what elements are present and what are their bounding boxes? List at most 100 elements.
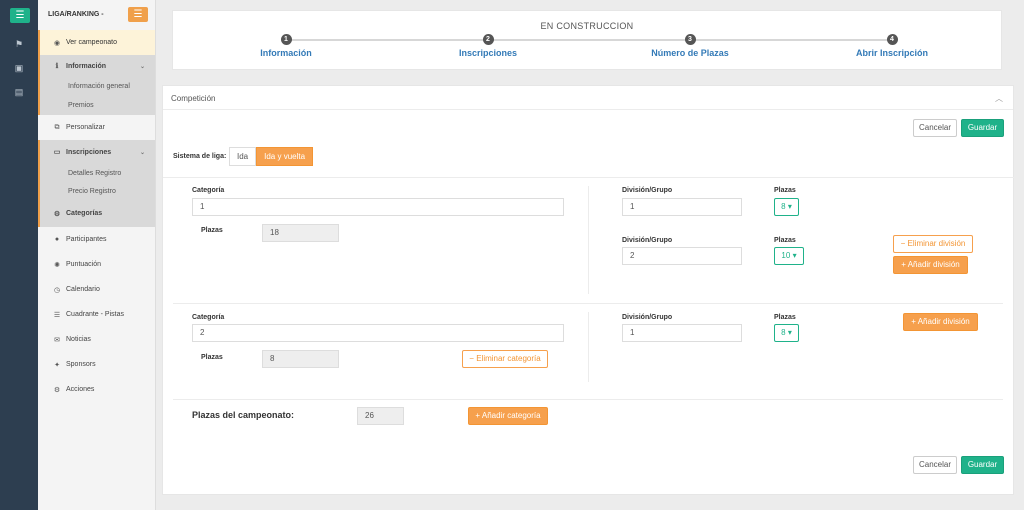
comment-icon: ✉: [54, 336, 60, 344]
stepper: EN CONSTRUCCION 1 Información 2 Inscripc…: [172, 10, 1002, 70]
button-label: Añadir división: [907, 260, 960, 269]
sidebar-item-participantes[interactable]: ● Participantes: [38, 227, 155, 252]
divider-vertical: [588, 312, 589, 382]
id-card-icon[interactable]: ▤: [13, 86, 25, 98]
total-seats-label: Plazas del campeonato:: [192, 410, 295, 420]
division-input[interactable]: 2: [622, 247, 742, 265]
add-category-button[interactable]: + Añadir categoría: [468, 407, 548, 425]
sidebar-item-acciones[interactable]: ⚙ Acciones: [38, 377, 155, 402]
league-option-ida-y-vuelta[interactable]: Ida y vuelta: [256, 147, 314, 166]
sidebar-group-informacion: ℹ Información ⌄ Información general Prem…: [38, 55, 155, 115]
add-division-button[interactable]: + Añadir división: [903, 313, 978, 331]
sidebar-subitem-premios[interactable]: Premios: [40, 95, 155, 115]
plus-icon: +: [475, 411, 481, 420]
sidebar-item-cuadrante-pistas[interactable]: ☰ Cuadrante - Pistas: [38, 302, 155, 327]
step-numero-plazas[interactable]: 3 Número de Plazas: [625, 34, 755, 58]
gear-icon: ⚙: [53, 210, 61, 218]
panel-title: Competición: [171, 94, 216, 103]
chevron-up-icon[interactable]: ︿: [995, 93, 1003, 104]
caret-down-icon: ▾: [787, 328, 792, 337]
main-content: EN CONSTRUCCION 1 Información 2 Inscripc…: [156, 0, 1024, 510]
category-input[interactable]: 2: [192, 324, 564, 342]
save-button[interactable]: Guardar: [961, 456, 1004, 474]
sidebar-item-label: Cuadrante - Pistas: [66, 311, 124, 318]
sidebar-item-label: Acciones: [66, 386, 95, 393]
save-button[interactable]: Guardar: [961, 119, 1004, 137]
list-icon: ☰: [53, 311, 61, 319]
sitemap-icon: ⧉: [54, 123, 60, 131]
sidebar-item-label: Categorías: [66, 210, 103, 217]
category-seats-label: Plazas: [201, 354, 223, 361]
sidebar-title: LIGA/RANKING -: [48, 11, 104, 18]
step-informacion[interactable]: 1 Información: [221, 34, 351, 58]
division-seats-dropdown[interactable]: 10 ▾: [774, 247, 804, 265]
category-label: Categoría: [192, 187, 225, 194]
briefcase-icon[interactable]: ▣: [13, 62, 25, 74]
step-label: Abrir Inscripción: [855, 48, 928, 58]
minus-icon: −: [469, 354, 474, 363]
step-number: 4: [886, 34, 898, 45]
sidebar-item-sponsors[interactable]: ✦ Sponsors: [38, 352, 155, 377]
sidebar-item-calendario[interactable]: ◷ Calendario: [38, 277, 155, 302]
sidebar-item-noticias[interactable]: ✉ Noticias: [38, 327, 155, 352]
button-label: Eliminar división: [907, 239, 966, 248]
cancel-button[interactable]: Cancelar: [913, 119, 957, 137]
eye-icon: ◉: [53, 39, 61, 47]
divider-vertical: [588, 186, 589, 294]
sidebar-item-label: Personalizar: [66, 124, 105, 131]
sidebar-item-label: Ver campeonato: [66, 39, 117, 46]
cancel-button[interactable]: Cancelar: [913, 456, 957, 474]
panel-header[interactable]: Competición ︿: [163, 86, 1013, 110]
league-option-ida[interactable]: Ida: [229, 147, 257, 166]
division-seats-label: Plazas: [774, 314, 796, 321]
add-division-button[interactable]: + Añadir división: [893, 256, 968, 274]
info-icon: ℹ: [55, 63, 59, 70]
division-input[interactable]: 1: [622, 198, 742, 216]
sidebar-item-puntuacion[interactable]: ✺ Puntuación: [38, 252, 155, 277]
step-number: 3: [684, 34, 696, 45]
step-label: Información: [260, 48, 312, 58]
division-seats-dropdown[interactable]: 8 ▾: [774, 198, 799, 216]
remove-category-button[interactable]: − Eliminar categoría: [462, 350, 548, 368]
sidebar-item-inscripciones[interactable]: ▭ Inscripciones ⌄: [40, 140, 155, 164]
division-seats-label: Plazas: [774, 237, 796, 244]
remove-division-button[interactable]: − Eliminar división: [893, 235, 973, 253]
division-label: División/Grupo: [622, 314, 673, 321]
category-seats-value: 8: [262, 350, 339, 368]
keyboard-icon: ▭: [53, 149, 61, 156]
step-label: Inscripciones: [458, 48, 518, 58]
sidebar-item-label: Calendario: [66, 286, 100, 293]
caret-down-icon: ▾: [792, 251, 797, 260]
division-seats-dropdown[interactable]: 8 ▾: [774, 324, 799, 342]
sidebar-item-informacion[interactable]: ℹ Información ⌄: [40, 55, 155, 77]
category-seats-label: Plazas: [201, 227, 223, 234]
sidebar-subitem-precio-registro[interactable]: Precio Registro: [40, 182, 155, 200]
sidebar-item-label: Puntuación: [66, 261, 102, 268]
step-inscripciones[interactable]: 2 Inscripciones: [423, 34, 553, 58]
button-label: Añadir categoría: [481, 411, 541, 420]
caret-down-icon: ▾: [787, 202, 792, 211]
sidebar-item-label: Participantes: [66, 236, 107, 243]
chevron-down-icon: ⌄: [139, 149, 145, 156]
plus-icon: +: [901, 260, 906, 269]
trophy-icon: ✺: [54, 261, 60, 269]
flag-icon[interactable]: ⚑: [13, 38, 25, 50]
sidebar-subitem-detalles-registro[interactable]: Detalles Registro: [40, 164, 155, 182]
sidebar-item-ver-campeonato[interactable]: ◉ Ver campeonato: [38, 30, 155, 55]
gift-icon: ✦: [54, 361, 60, 369]
division-label: División/Grupo: [622, 237, 673, 244]
sidebar: LIGA/RANKING - ☰ ◉ Ver campeonato ℹ Info…: [38, 0, 156, 510]
step-abrir-inscripcion[interactable]: 4 Abrir Inscripción: [827, 34, 957, 58]
division-input[interactable]: 1: [622, 324, 742, 342]
sidebar-item-categorias[interactable]: ⚙ Categorías: [40, 200, 155, 227]
sidebar-subitem-informacion-general[interactable]: Información general: [40, 77, 155, 95]
sidebar-item-label: Noticias: [66, 336, 91, 343]
menu-icon[interactable]: ☰: [10, 8, 30, 23]
category-input[interactable]: 1: [192, 198, 564, 216]
sidebar-toggle-button[interactable]: ☰: [128, 7, 148, 22]
sidebar-item-personalizar[interactable]: ⧉ Personalizar: [38, 115, 155, 140]
button-label: Añadir división: [917, 317, 970, 326]
league-system-toggle: Ida Ida y vuelta: [229, 147, 314, 166]
total-seats-value: 26: [357, 407, 404, 425]
league-system-label: Sistema de liga:: [173, 153, 227, 160]
